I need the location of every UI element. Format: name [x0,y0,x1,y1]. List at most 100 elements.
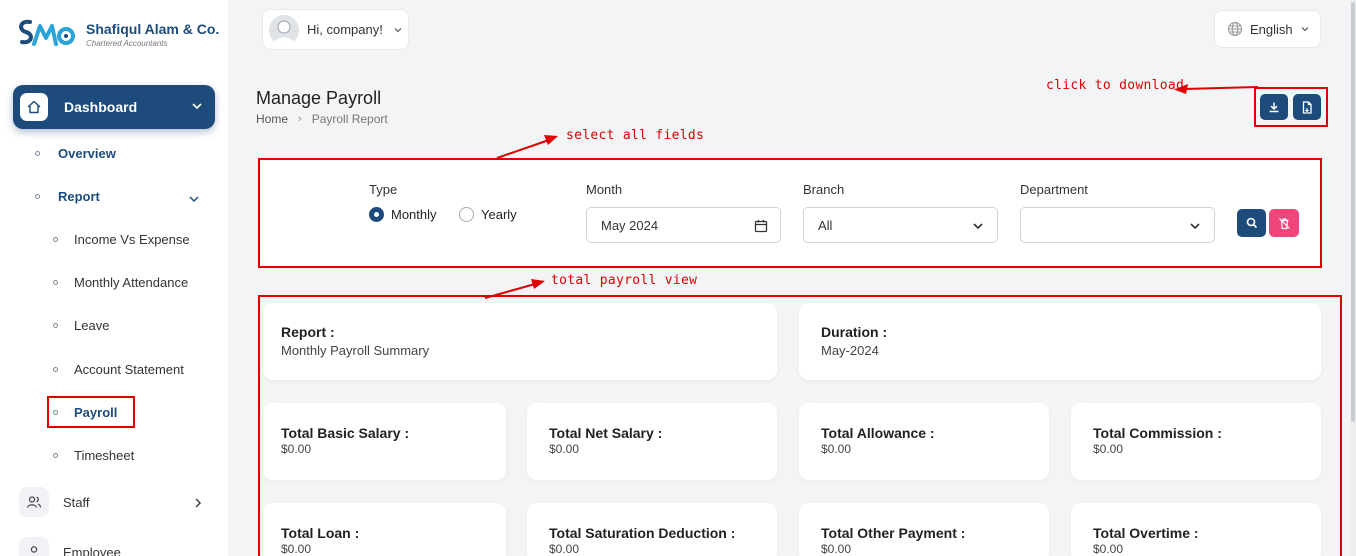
duration-value: May-2024 [821,343,879,358]
type-label: Type [369,182,398,197]
radio-yearly[interactable]: Yearly [459,207,517,222]
scrollbar-thumb[interactable] [1351,2,1355,422]
department-label: Department [1020,182,1088,197]
duration-label: Duration : [821,324,888,340]
total-label: Total Loan : [281,525,360,541]
total-label: Total Saturation Deduction : [549,525,736,541]
bullet-icon [53,280,58,285]
sidebar-item-report[interactable]: Report [35,189,203,204]
bullet-icon [53,367,58,372]
home-icon [20,93,48,121]
logo-mark-icon [19,19,75,46]
user-greeting: Hi, company! [307,22,383,37]
calendar-icon[interactable] [754,219,768,233]
language-label: English [1250,21,1293,37]
total-card: Total Loan : $0.00 [263,503,506,556]
download-icon [1269,102,1279,113]
report-label: Report : [281,324,335,340]
total-label: Total Net Salary : [549,425,663,441]
duration-card: Duration : May-2024 [799,303,1321,380]
total-card: Total Other Payment : $0.00 [799,503,1049,556]
report-card: Report : Monthly Payroll Summary [263,303,777,380]
branch-value: All [818,217,833,233]
bullet-icon [53,237,58,242]
chevron-down-icon [189,196,199,203]
page-title: Manage Payroll [256,88,382,108]
search-icon [1246,217,1257,229]
radio-monthly[interactable]: Monthly [369,207,437,222]
sidebar-item-label: Income Vs Expense [74,232,190,247]
chevron-down-icon [1301,27,1309,32]
month-field[interactable]: May 2024 [586,207,781,243]
total-label: Total Allowance : [821,425,935,441]
branch-label: Branch [803,182,845,197]
sidebar-item-monthly-attendance[interactable]: Monthly Attendance [53,275,188,290]
bullet-icon [35,194,40,199]
total-label: Total Commission : [1093,425,1222,441]
sidebar-item-dashboard[interactable]: Dashboard [13,85,215,129]
globe-icon [1227,21,1243,37]
total-card: Total Net Salary : $0.00 [527,403,777,480]
annotation-select: select all fields [566,128,705,143]
sidebar-item-account-statement[interactable]: Account Statement [53,362,184,377]
file-icon [1302,100,1312,114]
chevron-right-icon: › [298,113,302,125]
download-button[interactable] [1260,94,1288,120]
chevron-down-icon [394,27,402,32]
sidebar-item-label: Dashboard [64,99,138,115]
sidebar-item-overview[interactable]: Overview [35,146,116,161]
user-icon [19,537,49,556]
annotation-download: click to download [1046,78,1185,93]
chevron-down-icon [192,103,202,110]
radio-label: Yearly [481,207,517,222]
breadcrumb-current: Payroll Report [311,112,388,126]
month-label: Month [586,182,623,197]
language-selector[interactable]: English [1214,10,1321,48]
annotation-total: total payroll view [551,273,698,288]
annotation-arrow-icon [1174,84,1259,94]
department-select[interactable] [1020,207,1215,243]
sidebar-item-label: Account Statement [74,362,184,377]
report-value: Monthly Payroll Summary [281,343,430,358]
sidebar-item-income-vs-expense[interactable]: Income Vs Expense [53,232,190,247]
total-card: Total Basic Salary : $0.00 [263,403,506,480]
brand-logo[interactable]: Shafiqul Alam & Co. Chartered Accountant… [16,14,219,54]
total-card: Total Allowance : $0.00 [799,403,1049,480]
export-file-button[interactable] [1293,94,1321,120]
search-button[interactable] [1237,209,1266,237]
total-card: Total Overtime : $0.00 [1071,503,1321,556]
sidebar-item-leave[interactable]: Leave [53,318,109,333]
chevron-down-icon [1190,223,1200,230]
sidebar-item-employee[interactable]: Employee [19,537,121,556]
radio-label: Monthly [391,207,437,222]
sidebar-item-timesheet[interactable]: Timesheet [53,448,134,463]
user-menu[interactable]: Hi, company! [262,9,409,50]
sidebar-item-staff[interactable]: Staff [19,487,207,517]
total-label: Total Other Payment : [821,525,966,541]
sidebar: Shafiqul Alam & Co. Chartered Accountant… [0,0,228,556]
brand-tagline: Chartered Accountants [86,38,168,48]
sidebar-item-label: Employee [63,544,121,556]
avatar [269,14,299,45]
branch-select[interactable]: All [803,207,998,243]
sidebar-item-label: Report [58,189,100,204]
chevron-right-icon [195,498,202,508]
breadcrumb: Home › Payroll Report [256,112,388,126]
radio-unchecked-icon [459,207,474,222]
total-label: Total Basic Salary : [281,425,410,441]
chevron-down-icon [973,223,983,230]
sidebar-item-label: Timesheet [74,448,135,463]
total-value: $0.00 [821,442,852,456]
total-value: $0.00 [281,442,312,456]
breadcrumb-home[interactable]: Home [256,112,288,126]
bullet-icon [53,453,58,458]
sidebar-item-label: Overview [58,146,116,161]
bullet-icon [35,151,40,156]
total-value: $0.00 [549,442,580,456]
scrollbar-track[interactable] [1350,0,1356,556]
sidebar-item-label: Leave [74,318,110,333]
brand-name: Shafiqul Alam & Co. [86,20,220,37]
total-card: Total Saturation Deduction : $0.00 [527,503,777,556]
total-value: $0.00 [1093,542,1124,556]
reset-filter-button[interactable] [1269,209,1299,237]
